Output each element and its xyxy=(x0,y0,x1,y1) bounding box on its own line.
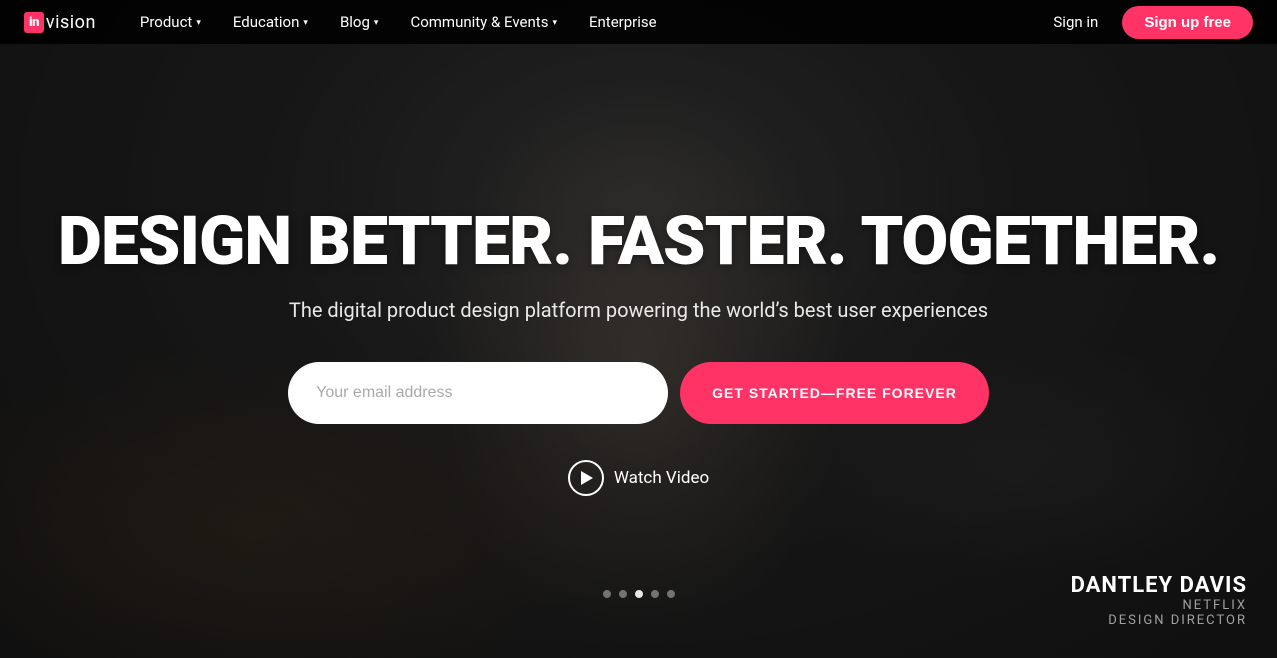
attribution-name: DANTLEY DAVIS xyxy=(1071,573,1247,598)
chevron-down-icon: ▾ xyxy=(552,18,557,28)
hero-title: DESIGN BETTER. FASTER. TOGETHER. xyxy=(58,206,1219,277)
hero-content: DESIGN BETTER. FASTER. TOGETHER. The dig… xyxy=(58,162,1219,495)
nav-item-product[interactable]: Product ▾ xyxy=(124,0,217,44)
cta-row: GET STARTED—FREE FOREVER xyxy=(58,362,1219,424)
carousel-dot[interactable] xyxy=(667,590,675,598)
attribution: DANTLEY DAVIS NETFLIX DESIGN DIRECTOR xyxy=(1071,573,1247,628)
carousel-dot[interactable] xyxy=(619,590,627,598)
logo-in: in xyxy=(24,12,44,33)
attribution-company: NETFLIX xyxy=(1071,598,1247,613)
carousel-dot[interactable] xyxy=(603,590,611,598)
carousel-dots xyxy=(603,590,675,598)
nav-right: Sign in Sign up free xyxy=(1045,6,1253,39)
hero-section: in vision Product ▾ Education ▾ Blog ▾ C… xyxy=(0,0,1277,658)
watch-video-label: Watch Video xyxy=(614,468,709,488)
nav-item-enterprise[interactable]: Enterprise xyxy=(573,0,673,44)
nav-links: Product ▾ Education ▾ Blog ▾ Community &… xyxy=(124,0,1046,44)
sign-in-link[interactable]: Sign in xyxy=(1045,13,1106,31)
chevron-down-icon: ▾ xyxy=(374,18,379,28)
nav-item-community[interactable]: Community & Events ▾ xyxy=(394,0,573,44)
nav-item-education[interactable]: Education ▾ xyxy=(217,0,324,44)
logo-vision: vision xyxy=(46,12,96,33)
play-icon xyxy=(568,460,604,496)
get-started-button[interactable]: GET STARTED—FREE FOREVER xyxy=(680,362,989,424)
chevron-down-icon: ▾ xyxy=(196,18,201,28)
sign-up-button[interactable]: Sign up free xyxy=(1122,6,1253,39)
play-triangle xyxy=(581,471,593,485)
email-input[interactable] xyxy=(288,362,668,424)
nav-item-blog[interactable]: Blog ▾ xyxy=(324,0,395,44)
chevron-down-icon: ▾ xyxy=(303,18,308,28)
hero-subtitle: The digital product design platform powe… xyxy=(58,298,1219,322)
attribution-role: DESIGN DIRECTOR xyxy=(1071,613,1247,628)
navigation: in vision Product ▾ Education ▾ Blog ▾ C… xyxy=(0,0,1277,44)
carousel-dot-active[interactable] xyxy=(635,590,643,598)
carousel-dot[interactable] xyxy=(651,590,659,598)
watch-video-button[interactable]: Watch Video xyxy=(58,460,1219,496)
logo[interactable]: in vision xyxy=(24,12,96,33)
